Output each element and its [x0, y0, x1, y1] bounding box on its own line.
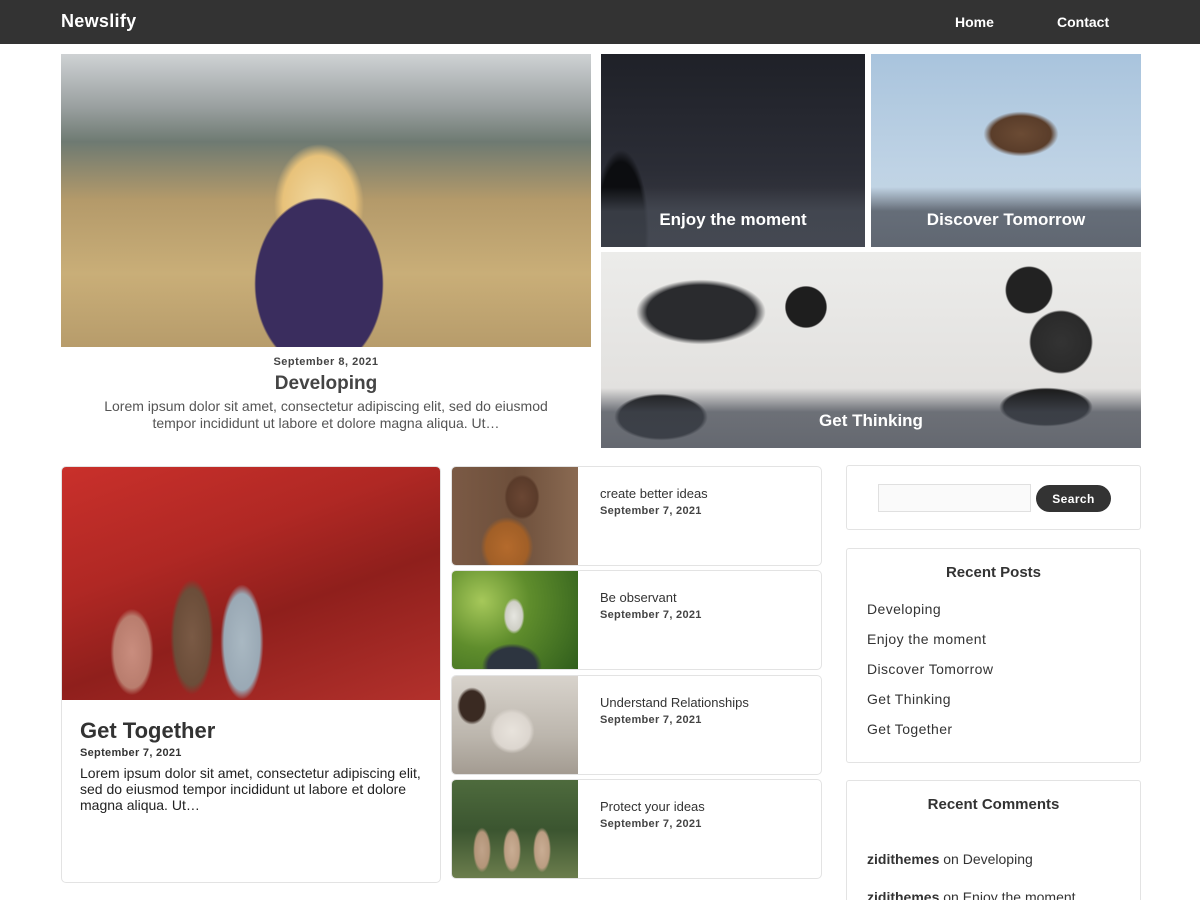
list-item-title[interactable]: Be observant	[600, 590, 677, 605]
top-navbar: Newslify Home Contact	[0, 0, 1200, 44]
list-item-title[interactable]: create better ideas	[600, 486, 708, 501]
recent-post-link[interactable]: Discover Tomorrow	[867, 661, 993, 691]
recent-post-link[interactable]: Get Thinking	[867, 691, 993, 721]
list-thumbnail[interactable]	[452, 571, 578, 669]
hero-image[interactable]	[61, 54, 591, 347]
feature-image[interactable]	[62, 467, 440, 700]
list-item-date: September 7, 2021	[600, 609, 702, 621]
list-thumbnail[interactable]	[452, 780, 578, 878]
tile-title[interactable]: Discover Tomorrow	[871, 210, 1141, 230]
list-item-title[interactable]: Understand Relationships	[600, 695, 749, 710]
nav-contact-link[interactable]: Contact	[1057, 14, 1109, 30]
list-thumbnail[interactable]	[452, 467, 578, 565]
comment-author[interactable]: zidithemes	[867, 889, 939, 900]
list-item-date: September 7, 2021	[600, 818, 702, 830]
feature-post-card: Get Together September 7, 2021 Lorem ips…	[61, 466, 441, 883]
feature-title[interactable]: Get Together	[80, 718, 215, 744]
recent-comments-widget: Recent Comments zidithemes on Developing…	[846, 780, 1141, 900]
recent-comments-list: zidithemes on Developing zidithemes on E…	[867, 851, 1076, 900]
recent-posts-list: Developing Enjoy the moment Discover Tom…	[867, 601, 993, 751]
comment-item: zidithemes on Developing	[867, 851, 1076, 889]
recent-post-link[interactable]: Developing	[867, 601, 993, 631]
tile-title[interactable]: Get Thinking	[601, 411, 1141, 431]
hero-post: September 8, 2021 Developing Lorem ipsum…	[61, 347, 591, 447]
list-item-title[interactable]: Protect your ideas	[600, 799, 705, 814]
list-item-date: September 7, 2021	[600, 714, 702, 726]
recent-post-link[interactable]: Get Together	[867, 721, 993, 751]
site-logo[interactable]: Newslify	[61, 11, 136, 32]
list-item: create better ideas September 7, 2021	[451, 466, 822, 566]
comment-post-link[interactable]: Enjoy the moment	[963, 889, 1076, 900]
tile-title[interactable]: Enjoy the moment	[601, 210, 865, 230]
feature-date: September 7, 2021	[80, 747, 182, 759]
feature-excerpt: Lorem ipsum dolor sit amet, consectetur …	[80, 765, 421, 813]
tile-get-thinking[interactable]: Get Thinking	[601, 252, 1141, 448]
comment-item: zidithemes on Enjoy the moment	[867, 889, 1076, 900]
hero-excerpt: Lorem ipsum dolor sit amet, consectetur …	[104, 398, 548, 431]
hero-title[interactable]: Developing	[61, 373, 591, 395]
search-button[interactable]: Search	[1036, 485, 1111, 512]
comment-author[interactable]: zidithemes	[867, 851, 939, 867]
search-widget: Search	[846, 465, 1141, 530]
tile-discover-tomorrow[interactable]: Discover Tomorrow	[871, 54, 1141, 247]
list-item-date: September 7, 2021	[600, 505, 702, 517]
list-thumbnail[interactable]	[452, 676, 578, 774]
comment-post-link[interactable]: Developing	[963, 851, 1033, 867]
recent-post-link[interactable]: Enjoy the moment	[867, 631, 993, 661]
nav-home-link[interactable]: Home	[955, 14, 994, 30]
search-input[interactable]	[878, 484, 1031, 512]
comment-on-text: on	[943, 851, 959, 867]
recent-comments-title: Recent Comments	[927, 796, 1060, 813]
list-item: Protect your ideas September 7, 2021	[451, 779, 822, 879]
tile-enjoy-the-moment[interactable]: Enjoy the moment	[601, 54, 865, 247]
hero-date: September 8, 2021	[273, 356, 379, 368]
list-item: Be observant September 7, 2021	[451, 570, 822, 670]
list-item: Understand Relationships September 7, 20…	[451, 675, 822, 775]
comment-on-text: on	[943, 889, 959, 900]
recent-posts-title: Recent Posts	[945, 564, 1042, 581]
recent-posts-widget: Recent Posts Developing Enjoy the moment…	[846, 548, 1141, 763]
